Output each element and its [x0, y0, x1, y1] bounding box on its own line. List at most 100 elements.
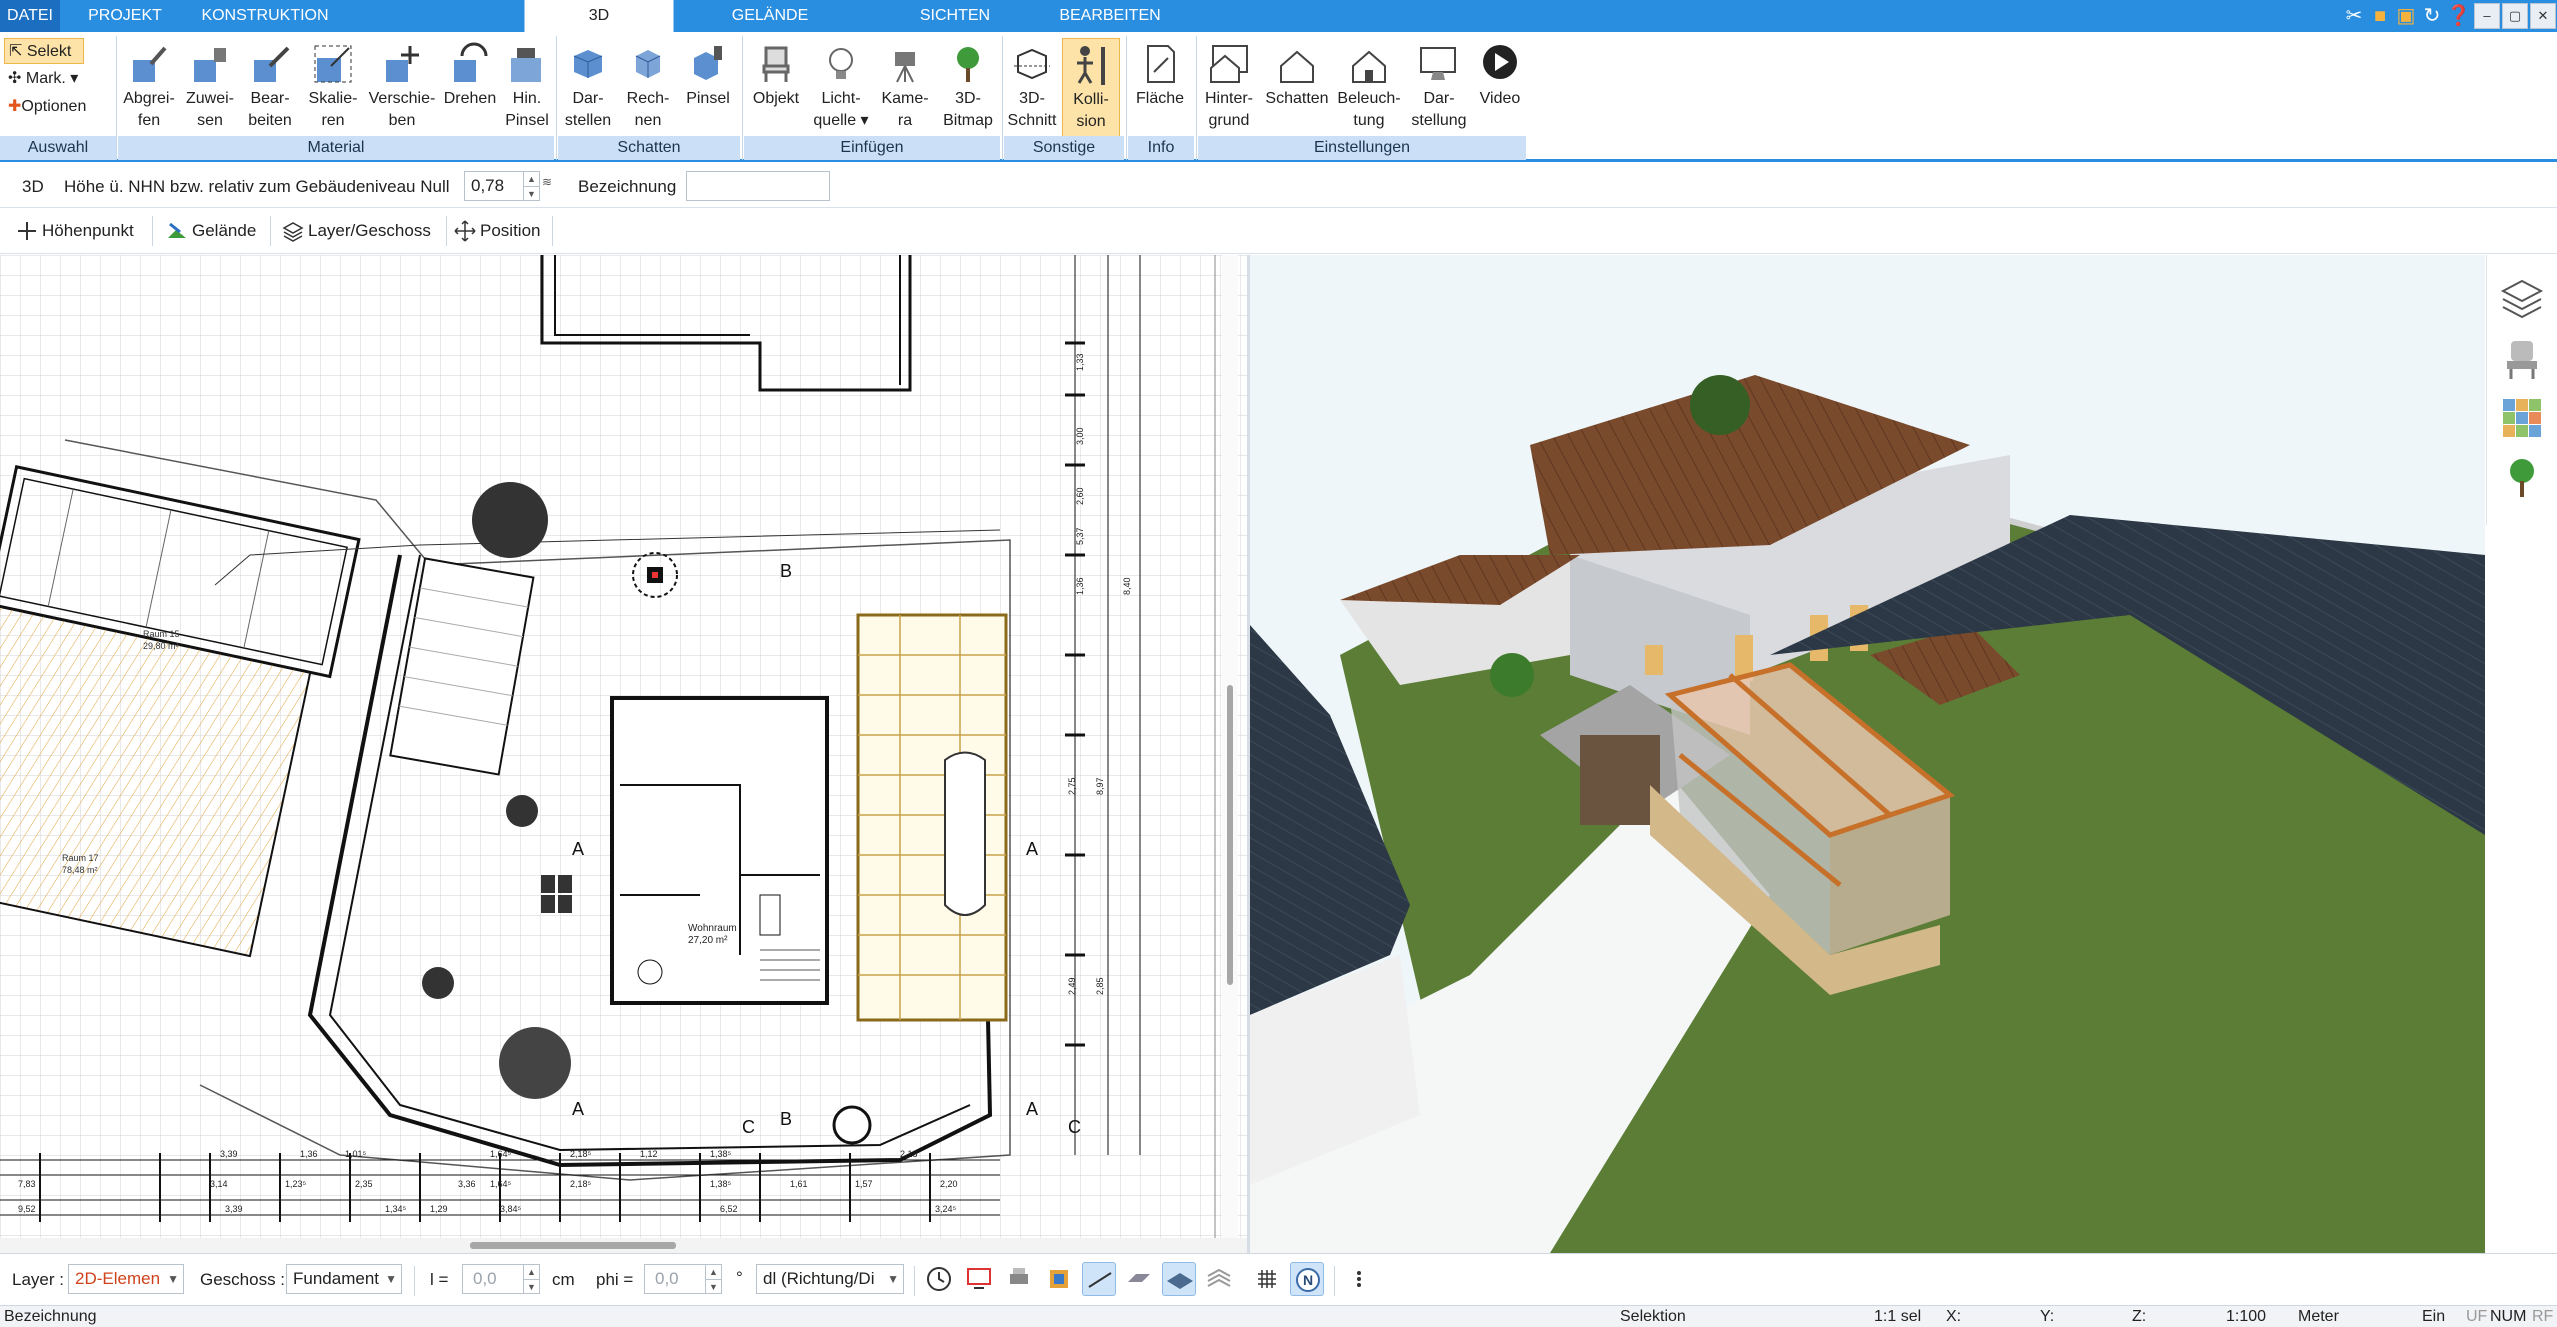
chair-icon[interactable] [2499, 335, 2545, 381]
3d-schnitt-button[interactable]: 3D- Schnitt [1004, 38, 1060, 138]
layers-icon[interactable] [2499, 275, 2545, 321]
help-icon[interactable]: ❓ [2446, 4, 2471, 28]
hintergrund-button[interactable]: Hinter-grund [1198, 38, 1260, 138]
stack-icon[interactable]: ■ [2368, 4, 2392, 28]
crosshair-icon [18, 222, 36, 240]
skalieren-button[interactable]: Skalie-ren [302, 38, 364, 138]
grid-icon[interactable] [1250, 1262, 1284, 1296]
optionen-button[interactable]: ✚Optionen [4, 94, 90, 120]
tab-konstruktion[interactable]: KONSTRUKTION [190, 0, 340, 32]
video-button[interactable]: Video [1474, 38, 1526, 138]
hatch-icon[interactable] [1122, 1262, 1156, 1296]
spin-up-icon[interactable]: ▲ [523, 172, 539, 186]
light-source-marker[interactable] [652, 572, 658, 578]
spin-down-icon[interactable]: ▼ [705, 1279, 721, 1293]
dim-text: 1,36 [1075, 577, 1085, 595]
floor-plan-canvas[interactable]: Raum 15 29,80 m² Raum 17 78,48 m² Wohnra… [0, 255, 1247, 1238]
abgreifen-button[interactable]: Abgrei-fen [118, 38, 180, 138]
tab-gelaende[interactable]: GELÄNDE [695, 0, 845, 32]
screen-icon[interactable] [962, 1262, 996, 1296]
toolbar-divider [270, 216, 271, 246]
dim-text: 3,39 [220, 1149, 238, 1159]
window-icon[interactable]: ▣ [2394, 4, 2418, 28]
darstellen-button[interactable]: Dar-stellen [558, 38, 618, 138]
flaeche-button[interactable]: Fläche [1128, 38, 1192, 138]
3d-bitmap-button[interactable]: 3D- Bitmap [938, 38, 998, 138]
materials-icon[interactable] [2499, 395, 2545, 441]
spin-down-icon[interactable]: ▼ [523, 186, 539, 200]
geschoss-select[interactable]: Fundament ▼ [286, 1264, 402, 1294]
kollision-button[interactable]: Kolli-sion [1062, 38, 1120, 138]
refresh-icon[interactable]: ↻ [2420, 4, 2444, 28]
nhn-icon[interactable]: ≋ [542, 175, 552, 189]
schatten-pinsel-button[interactable]: Pinsel [678, 38, 738, 138]
tree-icon[interactable] [2499, 455, 2545, 501]
bezeichnung-input[interactable] [686, 171, 830, 201]
section-marker: A [1026, 839, 1038, 859]
more-options-icon[interactable] [1342, 1262, 1376, 1296]
verschieben-button[interactable]: Verschie-ben [366, 38, 438, 138]
minimize-button[interactable]: – [2474, 3, 2500, 29]
gelaende-button[interactable]: Gelände [158, 216, 256, 246]
mark-label: Mark. [25, 70, 66, 87]
status-num: NUM [2490, 1308, 2527, 1325]
3d-view[interactable] [1250, 255, 2485, 1253]
room-label: Wohnraum [688, 923, 737, 934]
objekt-button[interactable]: Objekt [744, 38, 808, 138]
dim-text: 2,35 [355, 1179, 373, 1189]
drehen-button[interactable]: Drehen [440, 38, 500, 138]
kamera-button[interactable]: Kame-ra [874, 38, 936, 138]
layer-select[interactable]: 2D-Elemen ▼ [68, 1264, 184, 1294]
hoehenpunkt-button[interactable]: Höhenpunkt [8, 216, 134, 246]
hoehe-input[interactable]: 0,78 ▲ ▼ [464, 171, 540, 201]
plan-horizontal-scrollbar[interactable] [0, 1238, 1247, 1253]
plane-icon[interactable] [1162, 1262, 1196, 1296]
house-light-icon [1352, 50, 1386, 83]
beleuchtung-label-2: tung [1353, 112, 1385, 129]
section-marker: B [780, 1109, 792, 1129]
rechnen-button[interactable]: Rech-nen [620, 38, 676, 138]
property-toolbar: 3D Höhe ü. NHN bzw. relativ zum Gebäuden… [0, 165, 2557, 208]
bearbeiten-button[interactable]: Bear-beiten [240, 38, 300, 138]
floor-plan-view[interactable]: Raum 15 29,80 m² Raum 17 78,48 m² Wohnra… [0, 255, 1247, 1238]
layers-stack-icon[interactable] [1202, 1262, 1236, 1296]
side-toolbar [2486, 255, 2557, 525]
tools-icon[interactable]: ✂ [2342, 4, 2366, 28]
l-input[interactable]: 0,0 ▲ ▼ [462, 1264, 540, 1294]
clock-icon[interactable] [922, 1262, 956, 1296]
cube-brush-icon [694, 46, 722, 80]
dl-select[interactable]: dl (Richtung/Di ▼ [756, 1264, 904, 1294]
toolbar-divider [1334, 1266, 1335, 1296]
schatten-einst-button[interactable]: Schatten [1262, 38, 1332, 138]
north-icon[interactable]: N [1290, 1262, 1324, 1296]
tab-bearbeiten[interactable]: BEARBEITEN [1035, 0, 1185, 32]
mark-button[interactable]: ✣ Mark. ▾ [4, 66, 82, 92]
hin-pinsel-button[interactable]: Hin. Pinsel [502, 38, 552, 138]
scroll-thumb[interactable] [470, 1242, 676, 1249]
close-button[interactable]: ✕ [2530, 3, 2556, 29]
layer-geschoss-button[interactable]: Layer/Geschoss [274, 216, 431, 246]
tree-icon [499, 1027, 571, 1099]
spin-up-icon[interactable]: ▲ [705, 1265, 721, 1279]
spin-down-icon[interactable]: ▼ [523, 1279, 539, 1293]
darstellung-button[interactable]: Dar-stellung [1406, 38, 1472, 138]
maximize-button[interactable]: ▢ [2502, 3, 2528, 29]
selekt-button[interactable]: ⇱ Selekt [4, 38, 84, 64]
beleuchtung-button[interactable]: Beleuch-tung [1334, 38, 1404, 138]
tab-3d[interactable]: 3D [524, 0, 674, 32]
phi-input[interactable]: 0,0 ▲ ▼ [644, 1264, 722, 1294]
zuweisen-button[interactable]: Zuwei-sen [182, 38, 238, 138]
lichtquelle-button[interactable]: Licht-quelle ▾ [810, 38, 872, 138]
tab-datei[interactable]: DATEI [0, 0, 60, 32]
3d-scene[interactable] [1250, 255, 2485, 1253]
print-icon[interactable] [1002, 1262, 1036, 1296]
section-marker: C [742, 1117, 755, 1137]
plan-vertical-scrollbar[interactable] [1222, 255, 1238, 1238]
export-icon[interactable] [1042, 1262, 1076, 1296]
tab-projekt[interactable]: PROJEKT [60, 0, 190, 32]
position-button[interactable]: Position [446, 216, 540, 246]
spin-up-icon[interactable]: ▲ [523, 1265, 539, 1279]
scroll-thumb[interactable] [1227, 685, 1233, 985]
snap-line-icon[interactable] [1082, 1262, 1116, 1296]
tab-sichten[interactable]: SICHTEN [880, 0, 1030, 32]
